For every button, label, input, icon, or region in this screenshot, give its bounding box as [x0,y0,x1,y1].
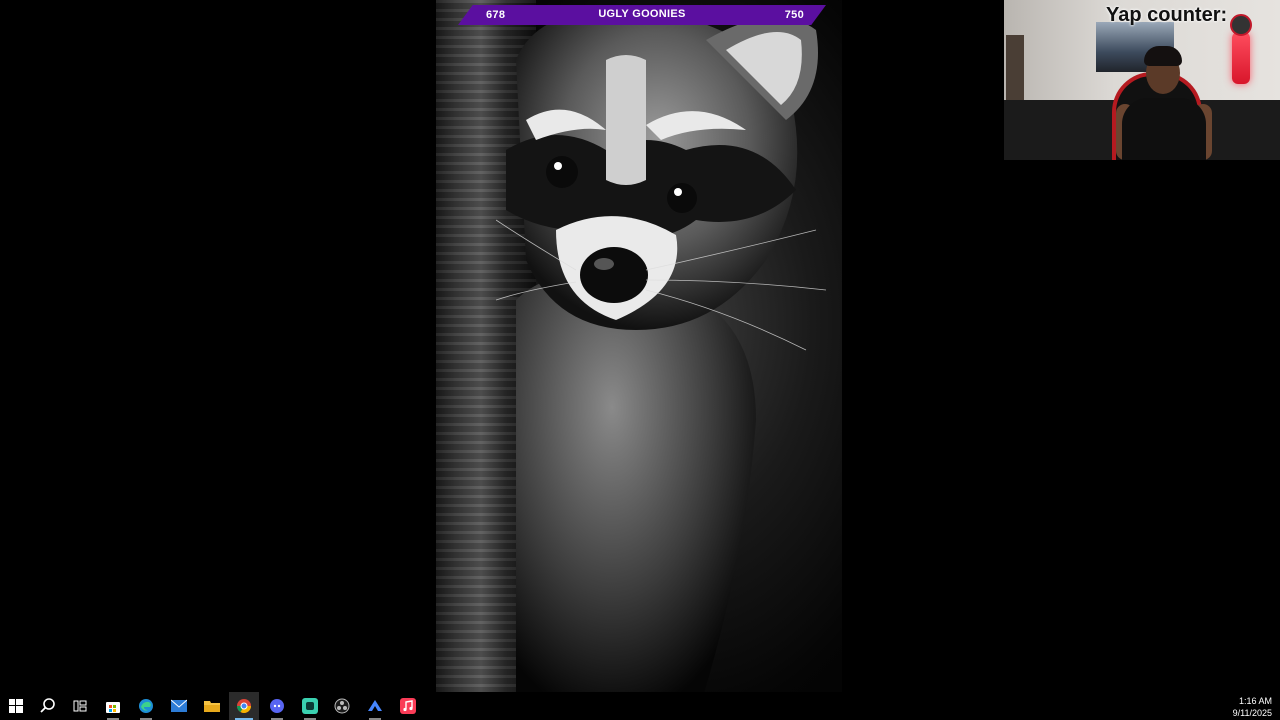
streamer [1116,46,1212,160]
vpn-icon[interactable] [360,692,390,720]
desktop: 678 UGLY GOONIES 750 Yap counter: 1:16 A… [0,0,1280,720]
app-icon[interactable] [295,692,325,720]
system-clock[interactable]: 1:16 AM 9/11/2025 [1233,695,1272,719]
music-icon[interactable] [393,692,423,720]
edge-icon[interactable] [131,692,161,720]
clock-time: 1:16 AM [1238,696,1272,706]
clock-date: 9/11/2025 [1232,708,1272,718]
subscriber-goal-bar: 678 UGLY GOONIES 750 [458,5,826,25]
file-explorer-icon[interactable] [197,692,227,720]
discord-icon[interactable] [262,692,292,720]
obs-icon[interactable] [327,692,357,720]
start-icon[interactable] [1,692,31,720]
yap-counter-label: Yap counter: [1106,4,1228,26]
mail-icon[interactable] [164,692,194,720]
search-icon[interactable] [33,692,63,720]
raccoon-wallpaper [436,0,842,720]
microphone [1226,14,1256,86]
task-view-icon[interactable] [65,692,95,720]
goal-title: UGLY GOONIES [598,8,686,20]
chrome-icon[interactable] [229,692,259,720]
taskbar [0,692,1280,720]
store-icon[interactable] [98,692,128,720]
raccoon-image [496,10,827,720]
